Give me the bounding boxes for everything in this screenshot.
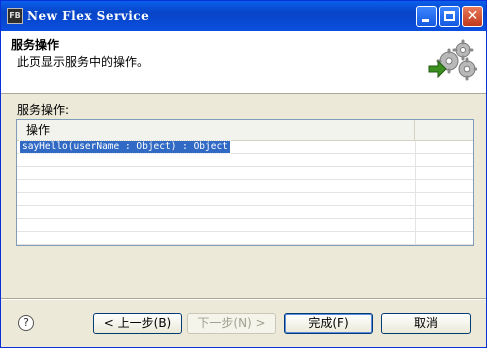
footer-separator <box>1 298 486 300</box>
column-divider <box>415 141 416 245</box>
table-row[interactable] <box>17 232 473 245</box>
close-icon: ✕ <box>466 8 479 24</box>
table-header: 操作 <box>17 120 473 141</box>
operation-cell: sayHello(userName : Object) : Object <box>19 140 231 154</box>
table-rows: sayHello(userName : Object) : Object <box>17 140 473 245</box>
back-button[interactable]: < 上一步(B) <box>93 313 182 334</box>
column-header-empty <box>416 120 473 140</box>
title-bar[interactable]: FB New Flex Service ✕ <box>1 1 486 31</box>
table-row[interactable] <box>17 167 473 180</box>
table-row[interactable] <box>17 206 473 219</box>
cancel-button[interactable]: 取消 <box>381 313 471 334</box>
minimize-icon <box>422 19 429 22</box>
table-row[interactable] <box>17 180 473 193</box>
wizard-header: 服务操作 此页显示服务中的操作。 <box>1 31 486 94</box>
window-title: New Flex Service <box>27 9 150 23</box>
maximize-button[interactable] <box>439 6 460 27</box>
operations-table[interactable]: 操作 sayHello(userName : Object) : Object <box>16 119 474 246</box>
close-button[interactable]: ✕ <box>462 6 483 27</box>
app-icon: FB <box>7 8 23 24</box>
column-header-operation[interactable]: 操作 <box>17 120 415 140</box>
page-description: 此页显示服务中的操作。 <box>17 55 150 69</box>
dialog-window: FB New Flex Service ✕ 服务操作 此页显示服务中的操作。 服… <box>0 0 487 348</box>
operations-label: 服务操作: <box>17 103 70 117</box>
table-row[interactable] <box>17 154 473 167</box>
table-row[interactable] <box>17 193 473 206</box>
minimize-button[interactable] <box>416 6 437 27</box>
finish-button[interactable]: 完成(F) <box>284 313 373 334</box>
help-icon[interactable]: ? <box>18 315 34 331</box>
next-button[interactable]: 下一步(N) > <box>187 313 276 334</box>
table-row[interactable] <box>17 219 473 232</box>
page-title: 服务操作 <box>11 38 60 52</box>
gears-arrow-icon <box>428 39 477 81</box>
table-row[interactable]: sayHello(userName : Object) : Object <box>17 140 473 154</box>
maximize-icon <box>444 11 455 21</box>
